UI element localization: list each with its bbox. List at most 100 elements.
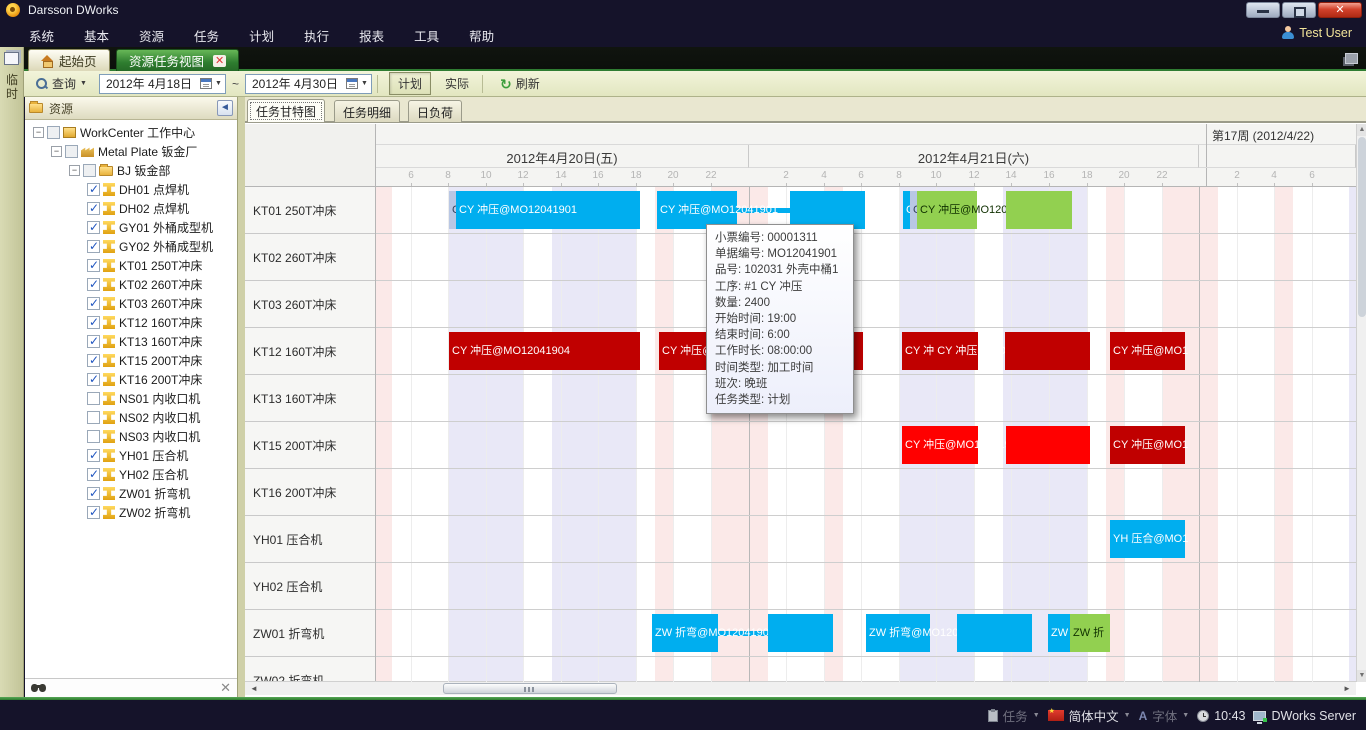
tree-checkbox[interactable] [65,145,78,158]
tree-item[interactable]: −BJ 钣金部 [25,161,237,180]
tree-checkbox[interactable] [87,392,100,405]
subtab-任务甘特图[interactable]: 任务甘特图 [247,99,325,122]
tree-checkbox[interactable] [87,297,100,310]
tree-checkbox[interactable] [87,278,100,291]
horizontal-scrollbar[interactable]: ◄ ► [245,681,1356,695]
gantt-bar[interactable]: C [910,191,917,229]
tree-item[interactable]: KT12 160T冲床 [25,313,237,332]
menu-item-系统[interactable]: 系统 [14,20,69,47]
tree-checkbox[interactable] [87,259,100,272]
tree-item[interactable]: KT16 200T冲床 [25,370,237,389]
tree-checkbox[interactable] [47,126,60,139]
gantt-bar[interactable]: CY 冲压@MO12041904 [449,332,640,370]
tree-item[interactable]: KT02 260T冲床 [25,275,237,294]
gantt-bar[interactable] [1005,332,1090,370]
menu-item-报表[interactable]: 报表 [344,20,399,47]
gantt-bar[interactable]: CY 冲 CY 冲压@MO12041904 [902,332,978,370]
tree-item[interactable]: ZW01 折弯机 [25,484,237,503]
tab-close-icon[interactable]: ✕ [213,55,226,67]
panel-splitter[interactable] [238,97,245,697]
query-button[interactable]: 查询 ▼ [30,73,93,94]
gantt-bar[interactable] [768,614,833,652]
gantt-bar[interactable]: ZW 折弯@MO12041901 [866,614,930,652]
scroll-left-icon[interactable]: ◄ [247,682,261,695]
gantt-bar[interactable]: ZW 折弯@MO12041901 [652,614,718,652]
tree-item[interactable]: GY02 外桶成型机 [25,237,237,256]
menu-item-基本[interactable]: 基本 [69,20,124,47]
subtab-任务明细[interactable]: 任务明细 [334,100,400,122]
tree-item[interactable]: NS03 内收口机 [25,427,237,446]
tree-item[interactable]: DH01 点焊机 [25,180,237,199]
gantt-bar[interactable]: CY 冲压@MO12041902 [917,191,977,229]
tree-checkbox[interactable] [87,373,100,386]
tree-expander-icon[interactable]: − [51,146,62,157]
plan-toggle-button[interactable]: 计划 [389,72,431,95]
tree-checkbox[interactable] [87,430,100,443]
status-item-10:43[interactable]: 10:43 [1197,709,1245,723]
gantt-bar[interactable]: ZW 折 [1070,614,1110,652]
collapsed-panel-strip[interactable]: 临时 [0,47,24,697]
tree-checkbox[interactable] [87,468,100,481]
gantt-bar[interactable]: C [903,191,910,229]
tab-home[interactable]: 起始页 [28,49,110,71]
gantt-bar[interactable]: ZW [1048,614,1070,652]
tree-item[interactable]: YH02 压合机 [25,465,237,484]
tree-item[interactable]: GY01 外桶成型机 [25,218,237,237]
menu-item-资源[interactable]: 资源 [124,20,179,47]
gantt-bar[interactable]: YH 压合@MO1 [1110,520,1185,558]
menu-item-计划[interactable]: 计划 [234,20,289,47]
tree-checkbox[interactable] [87,335,100,348]
scroll-down-icon[interactable]: ▼ [1357,670,1366,682]
tree-checkbox[interactable] [87,240,100,253]
tree-item[interactable]: KT15 200T冲床 [25,351,237,370]
binoculars-icon[interactable] [31,684,38,692]
tree-checkbox[interactable] [87,449,100,462]
tree-checkbox[interactable] [87,487,100,500]
status-item-字体[interactable]: A字体▼ [1139,706,1190,725]
tree-item[interactable]: NS01 内收口机 [25,389,237,408]
restore-button[interactable] [1282,2,1316,18]
status-item-任务[interactable]: 任务▼ [988,706,1040,725]
subtab-日负荷[interactable]: 日负荷 [408,100,462,122]
actual-toggle-button[interactable]: 实际 [437,73,477,94]
tree-item[interactable]: DH02 点焊机 [25,199,237,218]
horizontal-scroll-thumb[interactable] [443,683,617,694]
tab-resource-task-view[interactable]: 资源任务视图 ✕ [116,49,239,71]
gantt-bar[interactable]: CY 冲压@MO12041903 [902,426,978,464]
tree-checkbox[interactable] [87,202,100,215]
tree-expander-icon[interactable]: − [69,165,80,176]
gantt-bar[interactable]: CY 冲压@MO12041901 [456,191,640,229]
panel-close-icon[interactable]: ✕ [220,680,231,696]
gantt-bar[interactable] [1006,426,1090,464]
menu-item-执行[interactable]: 执行 [289,20,344,47]
tree-checkbox[interactable] [83,164,96,177]
tree-checkbox[interactable] [87,506,100,519]
status-item-简体中文[interactable]: 简体中文▼ [1048,706,1131,725]
gantt-bar[interactable] [957,614,1032,652]
scroll-right-icon[interactable]: ► [1340,682,1354,695]
tree-item[interactable]: −WorkCenter 工作中心 [25,123,237,142]
vertical-scrollbar[interactable]: ▲ ▼ [1356,124,1366,682]
tree-checkbox[interactable] [87,183,100,196]
float-window-icon[interactable] [1345,53,1358,64]
gantt-bar[interactable]: C [449,191,456,229]
gantt-bar[interactable]: CY 冲压@MO1 [1110,426,1185,464]
tree-item[interactable]: KT03 260T冲床 [25,294,237,313]
minimize-button[interactable] [1246,2,1280,18]
date-to-input[interactable]: 2012年 4月30日 ▼ [245,74,372,94]
tree-item[interactable]: KT13 160T冲床 [25,332,237,351]
menu-item-帮助[interactable]: 帮助 [454,20,509,47]
gantt-bar[interactable]: CY 冲压@MO1 [1110,332,1185,370]
tree-item[interactable]: ZW02 折弯机 [25,503,237,522]
tree-item[interactable]: YH01 压合机 [25,446,237,465]
tree-checkbox[interactable] [87,354,100,367]
menu-item-任务[interactable]: 任务 [179,20,234,47]
date-from-input[interactable]: 2012年 4月18日 ▼ [99,74,226,94]
panel-collapse-button[interactable]: ◄ [217,100,233,116]
tree-checkbox[interactable] [87,411,100,424]
status-item-DWorks Server[interactable]: DWorks Server [1253,709,1356,723]
menu-item-工具[interactable]: 工具 [399,20,454,47]
tree-checkbox[interactable] [87,221,100,234]
tree-item[interactable]: KT01 250T冲床 [25,256,237,275]
refresh-button[interactable]: ↻ 刷新 [494,73,546,94]
